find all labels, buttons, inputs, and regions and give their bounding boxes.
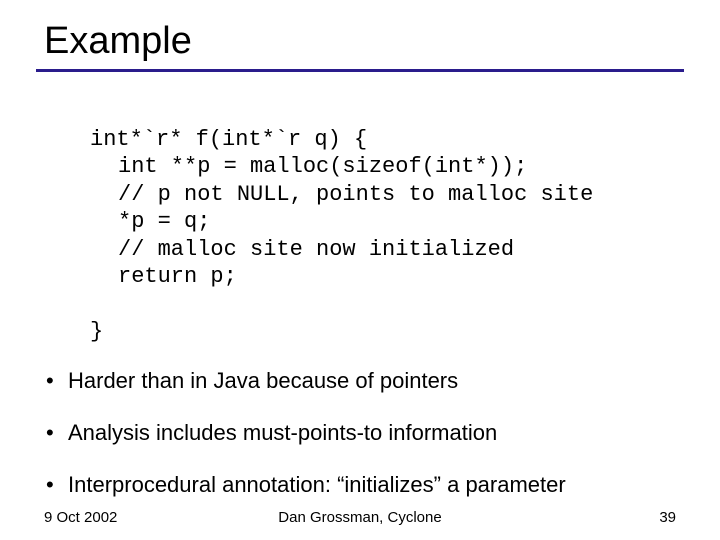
bullet-list: Harder than in Java because of pointers … [0, 346, 720, 499]
code-block: int*`r* f(int*`r q) { int **p = malloc(s… [0, 72, 720, 346]
code-line-1: int **p = malloc(sizeof(int*)); [118, 154, 527, 179]
code-signature: int*`r* f(int*`r q) { [90, 127, 367, 152]
slide-title: Example [44, 20, 720, 63]
bullet-item-1: Harder than in Java because of pointers [42, 368, 720, 394]
code-close: } [90, 319, 103, 344]
footer-page-number: 39 [659, 509, 676, 526]
slide: Example int*`r* f(int*`r q) { int **p = … [0, 0, 720, 540]
bullet-item-2: Analysis includes must-points-to informa… [42, 420, 720, 446]
code-body: int **p = malloc(sizeof(int*)); // p not… [90, 153, 720, 291]
code-line-4: // malloc site now initialized [118, 237, 514, 262]
title-area: Example [0, 0, 720, 63]
footer-author: Dan Grossman, Cyclone [0, 509, 720, 526]
bullet-item-3: Interprocedural annotation: “initializes… [42, 472, 720, 498]
code-line-3: *p = q; [118, 209, 210, 234]
code-line-2: // p not NULL, points to malloc site [118, 182, 593, 207]
code-line-5: return p; [118, 264, 237, 289]
